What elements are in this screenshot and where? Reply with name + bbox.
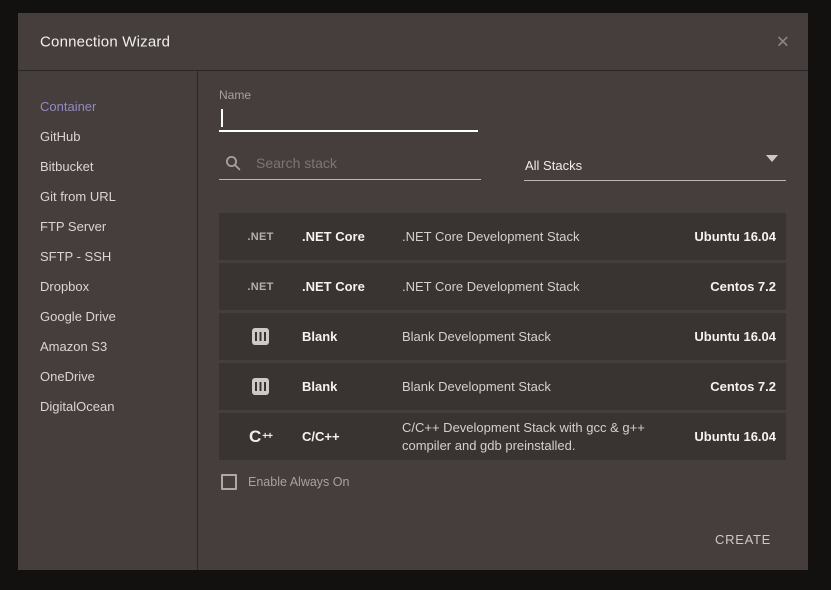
name-label: Name bbox=[219, 88, 251, 102]
stack-description: .NET Core Development Stack bbox=[402, 278, 674, 296]
dotnet-icon: .NET bbox=[247, 281, 273, 293]
cpp-icon-plus: ++ bbox=[262, 431, 272, 442]
sidebar-item-ftp-server[interactable]: FTP Server bbox=[18, 212, 197, 242]
sidebar-item-sftp-ssh[interactable]: SFTP - SSH bbox=[18, 242, 197, 272]
sidebar-item-google-drive[interactable]: Google Drive bbox=[18, 302, 197, 332]
sidebar-item-label: Amazon S3 bbox=[40, 339, 107, 354]
sidebar-item-container[interactable]: Container bbox=[18, 92, 197, 122]
stacks-filter-dropdown[interactable]: All Stacks bbox=[524, 149, 786, 181]
stacks-filter-value: All Stacks bbox=[524, 158, 582, 180]
connection-wizard-dialog: Connection Wizard ✕ Container GitHub Bit… bbox=[18, 13, 808, 570]
sidebar-item-git-from-url[interactable]: Git from URL bbox=[18, 182, 197, 212]
stack-icon-cell: .NET bbox=[219, 231, 302, 243]
sidebar-item-label: OneDrive bbox=[40, 369, 95, 384]
sidebar-item-dropbox[interactable]: Dropbox bbox=[18, 272, 197, 302]
stack-icon-cell bbox=[219, 328, 302, 345]
stack-description: Blank Development Stack bbox=[402, 378, 674, 396]
close-icon[interactable]: ✕ bbox=[776, 33, 790, 50]
text-cursor bbox=[221, 109, 223, 127]
name-input[interactable] bbox=[219, 102, 478, 130]
stack-name: Blank bbox=[302, 379, 402, 394]
stack-name: .NET Core bbox=[302, 279, 402, 294]
sidebar-item-label: Google Drive bbox=[40, 309, 116, 324]
stack-name: C/C++ bbox=[302, 429, 402, 444]
sidebar-item-bitbucket[interactable]: Bitbucket bbox=[18, 152, 197, 182]
dialog-title: Connection Wizard bbox=[40, 33, 170, 50]
chevron-down-icon bbox=[766, 155, 778, 162]
stack-row[interactable]: Blank Blank Development Stack Centos 7.2 bbox=[219, 363, 786, 410]
sidebar-item-github[interactable]: GitHub bbox=[18, 122, 197, 152]
sidebar-item-label: Container bbox=[40, 99, 96, 114]
name-field bbox=[219, 102, 478, 132]
search-icon bbox=[225, 155, 241, 171]
stack-list: .NET .NET Core .NET Core Development Sta… bbox=[219, 213, 786, 463]
stack-row[interactable]: .NET .NET Core .NET Core Development Sta… bbox=[219, 213, 786, 260]
sidebar-item-label: DigitalOcean bbox=[40, 399, 114, 414]
stack-os: Centos 7.2 bbox=[674, 279, 786, 294]
stack-row[interactable]: .NET .NET Core .NET Core Development Sta… bbox=[219, 263, 786, 310]
wizard-main-panel: Name All Stacks .NET .NET Core .NET Core… bbox=[198, 71, 808, 570]
sidebar-item-amazon-s3[interactable]: Amazon S3 bbox=[18, 332, 197, 362]
always-on-checkbox[interactable] bbox=[221, 474, 237, 490]
blank-stack-icon bbox=[252, 378, 269, 395]
stack-os: Ubuntu 16.04 bbox=[674, 229, 786, 244]
sidebar-item-label: SFTP - SSH bbox=[40, 249, 111, 264]
search-stack-input[interactable] bbox=[241, 154, 481, 172]
sidebar-item-label: Dropbox bbox=[40, 279, 89, 294]
sidebar-item-label: FTP Server bbox=[40, 219, 106, 234]
sidebar-item-label: Git from URL bbox=[40, 189, 116, 204]
cpp-icon-c: C bbox=[249, 428, 261, 445]
search-field bbox=[219, 147, 481, 180]
enable-always-on-option[interactable]: Enable Always On bbox=[221, 474, 349, 490]
stack-row[interactable]: C++ C/C++ C/C++ Development Stack with g… bbox=[219, 413, 786, 460]
create-button[interactable]: CREATE bbox=[699, 521, 787, 557]
always-on-label: Enable Always On bbox=[248, 475, 349, 489]
stack-name: Blank bbox=[302, 329, 402, 344]
stack-description: Blank Development Stack bbox=[402, 328, 674, 346]
sidebar-item-label: GitHub bbox=[40, 129, 80, 144]
connection-type-sidebar: Container GitHub Bitbucket Git from URL … bbox=[18, 71, 198, 570]
stack-os: Ubuntu 16.04 bbox=[674, 429, 786, 444]
stack-row[interactable]: Blank Blank Development Stack Ubuntu 16.… bbox=[219, 313, 786, 360]
stack-name: .NET Core bbox=[302, 229, 402, 244]
dotnet-icon: .NET bbox=[247, 231, 273, 243]
dialog-titlebar: Connection Wizard ✕ bbox=[18, 13, 808, 71]
stack-icon-cell: C++ bbox=[219, 428, 302, 445]
stack-description: .NET Core Development Stack bbox=[402, 228, 674, 246]
stack-description: C/C++ Development Stack with gcc & g++ c… bbox=[402, 419, 674, 454]
sidebar-item-onedrive[interactable]: OneDrive bbox=[18, 362, 197, 392]
stack-os: Ubuntu 16.04 bbox=[674, 329, 786, 344]
stack-os: Centos 7.2 bbox=[674, 379, 786, 394]
blank-stack-icon bbox=[252, 328, 269, 345]
stack-icon-cell: .NET bbox=[219, 281, 302, 293]
stack-icon-cell bbox=[219, 378, 302, 395]
cpp-icon: C++ bbox=[249, 428, 272, 445]
sidebar-item-label: Bitbucket bbox=[40, 159, 93, 174]
sidebar-item-digitalocean[interactable]: DigitalOcean bbox=[18, 392, 197, 422]
